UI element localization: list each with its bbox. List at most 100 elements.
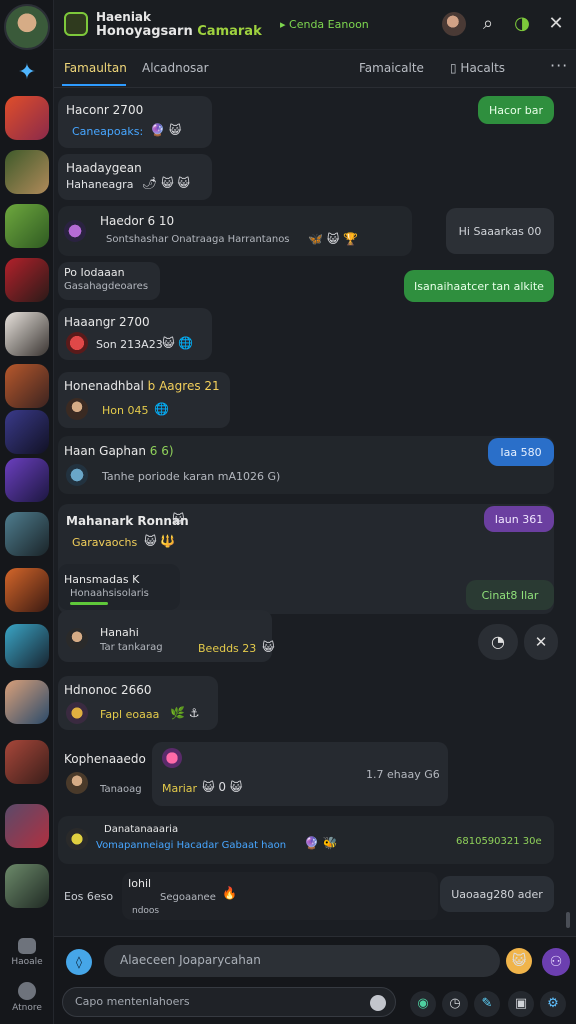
chat-bubble[interactable]: Isanaihaatcer tan alkite: [404, 270, 554, 302]
message-author: Po Iodaaan: [64, 266, 125, 279]
dismiss-button[interactable]: ✕: [524, 624, 558, 660]
message-card[interactable]: Hansmadas K Honaahsisolaris: [58, 564, 180, 610]
message-emoji: 🦋 😺 🏆: [308, 232, 359, 246]
clock-icon[interactable]: ◷: [442, 991, 468, 1017]
message-text: Tar tankarag: [100, 642, 163, 653]
server-icon-8[interactable]: [5, 458, 49, 502]
message-card[interactable]: Danatanaaaria Vomapanneiagi Hacadar Gaba…: [58, 816, 554, 864]
member-filter-icon[interactable]: [370, 995, 386, 1011]
message-card[interactable]: Haconr 2700 Caneapoaks: 🔮 😺: [58, 96, 212, 148]
message-extra-2: 1.7 ehaay G6: [366, 768, 440, 781]
game-icon[interactable]: ◉: [410, 991, 436, 1017]
message-author: Kophenaaedo: [64, 752, 146, 766]
controller-icon: [18, 938, 36, 954]
server-icon-9[interactable]: [5, 512, 49, 556]
app-title-main: Honoyagsarn: [96, 24, 198, 39]
server-icon-10[interactable]: [5, 568, 49, 612]
message-card[interactable]: Mariar 😺 0 😺 1.7 ehaay G6: [152, 742, 448, 806]
message-extra: Mariar: [162, 782, 198, 795]
chat-bubble[interactable]: Cinat8 Ilar: [466, 580, 554, 610]
message-card[interactable]: Hdnonoc 2660 Fapl eoaaa 🌿 ⚓: [58, 676, 218, 730]
chat-bubble[interactable]: Iaun 361: [484, 506, 554, 532]
message-author: Haconr 2700: [66, 103, 144, 117]
server-icon-1[interactable]: [5, 96, 49, 140]
server-icon-13[interactable]: [5, 740, 49, 784]
message-text: Sontshashar Onatraaga Harrantanos: [106, 234, 290, 245]
app-title-line1: Haeniak: [96, 10, 152, 24]
top-bar: Haeniak Honoyagsarn Camarak Cenda Eanoon…: [54, 0, 576, 50]
connection-status: Cenda Eanoon: [280, 18, 369, 31]
message-card[interactable]: Hanahi Tar tankarag Beedds 23 😺: [58, 610, 275, 662]
tab-3[interactable]: Famaicalte: [359, 61, 424, 75]
tab-2[interactable]: Alcadnosar: [142, 61, 209, 75]
server-icon-14[interactable]: [5, 804, 49, 848]
message-text: Hon 045: [102, 404, 149, 417]
message-author: Hanahi: [100, 626, 139, 639]
message-avatar: [66, 828, 88, 850]
user-avatar[interactable]: [4, 4, 50, 50]
scrollbar[interactable]: [566, 912, 570, 928]
message-author-accent: 6 6): [145, 444, 174, 458]
message-card[interactable]: Haan Gaphan 6 6) Tanhe poriode karan mA1…: [58, 436, 554, 494]
message-emoji: 😺: [262, 640, 275, 654]
chat-bubble[interactable]: Iaa 580: [488, 438, 554, 466]
message-extra: 6810590321 30e: [456, 836, 542, 847]
profile-avatar[interactable]: [442, 12, 466, 36]
chat-bubble[interactable]: Uaoaag280 ader: [440, 876, 554, 912]
tab-bar: Famaultan Alcadnosar Famaicalte ▯ Hacalt…: [54, 50, 576, 88]
rail-bottom-item-2[interactable]: Atnore: [0, 982, 54, 1013]
more-options-icon[interactable]: ···: [550, 56, 568, 75]
refresh-button[interactable]: ◔: [478, 624, 518, 660]
message-card[interactable]: Haadaygean Hahaneagra 🌶 😺 😺: [58, 154, 212, 200]
message-avatar: [66, 702, 88, 724]
server-icon-5[interactable]: [5, 312, 49, 356]
message-emoji: 😺 🌐: [162, 336, 194, 350]
message-author: Danatanaaaria: [104, 824, 179, 835]
status-toggle-icon[interactable]: ◑: [510, 12, 534, 36]
chat-bubble[interactable]: Hi Saaarkas 00: [446, 208, 554, 254]
message-author: Hdnonoc 2660: [64, 683, 152, 697]
server-icon-4[interactable]: [5, 258, 49, 302]
message-author-accent: b Aagres 21: [143, 379, 220, 393]
tab-1[interactable]: Famaultan: [64, 61, 127, 75]
app-title-accent: Camarak: [197, 24, 262, 39]
rail-bottom-item-1[interactable]: Haoale: [0, 938, 54, 967]
tab-4[interactable]: ▯ Hacalts: [450, 61, 505, 75]
message-avatar: [162, 748, 182, 768]
message-author-main: Honenadhbal: [64, 379, 144, 393]
message-emoji: 🌶 😺 😺: [142, 176, 190, 190]
message-card[interactable]: Honenadhbal b Aagres 21 Hon 045 🌐: [58, 372, 230, 428]
emoji-icon[interactable]: 😺: [506, 948, 532, 974]
server-icon-12[interactable]: [5, 680, 49, 724]
message-card[interactable]: Haaangr 2700 Son 213A23 😺 🌐: [58, 308, 212, 360]
message-input[interactable]: Alaeceen Joaparycahan: [104, 945, 500, 977]
server-rail: ✦ Haoale Atnore: [0, 0, 54, 1024]
server-icon-6[interactable]: [5, 364, 49, 408]
message-emoji: 🔮 😺: [150, 123, 182, 137]
server-icon-11[interactable]: [5, 624, 49, 668]
message-text: Tanhe poriode karan mA1026 G): [102, 470, 281, 483]
message-card[interactable]: Po Iodaaan Gasahagdeoares: [58, 262, 160, 300]
gallery-icon[interactable]: ▣: [508, 991, 534, 1017]
message-avatar: [66, 398, 88, 420]
server-icon-7[interactable]: [5, 410, 49, 454]
progress-bar: [70, 602, 108, 605]
server-icon-3[interactable]: [5, 204, 49, 248]
composer: ◊ Alaeceen Joaparycahan 😺 ⚇ Capo mentenl…: [54, 936, 576, 1024]
message-card[interactable]: Iohil Segoaanee 🔥 ndoos: [122, 872, 438, 920]
message-card[interactable]: Haedor 6 10 Sontshashar Onatraaga Harran…: [58, 206, 412, 256]
close-icon[interactable]: ✕: [544, 12, 568, 36]
voice-icon[interactable]: ⚇: [542, 948, 570, 976]
pen-icon[interactable]: ✎: [474, 991, 500, 1017]
search-members-input[interactable]: Capo mentenlahoers: [62, 987, 396, 1017]
server-icon-15[interactable]: [5, 864, 49, 908]
message-text: Garavaochs: [72, 536, 138, 549]
server-icon-2[interactable]: [5, 150, 49, 194]
chat-bubble[interactable]: Hacor bar: [478, 96, 554, 124]
compass-icon: [18, 982, 36, 1000]
search-icon[interactable]: ⌕: [476, 12, 500, 36]
attach-icon[interactable]: ◊: [66, 949, 92, 975]
settings-icon[interactable]: ⚙: [540, 991, 566, 1017]
message-author-2: Iohil: [128, 877, 152, 890]
star-icon[interactable]: ✦: [14, 60, 40, 86]
